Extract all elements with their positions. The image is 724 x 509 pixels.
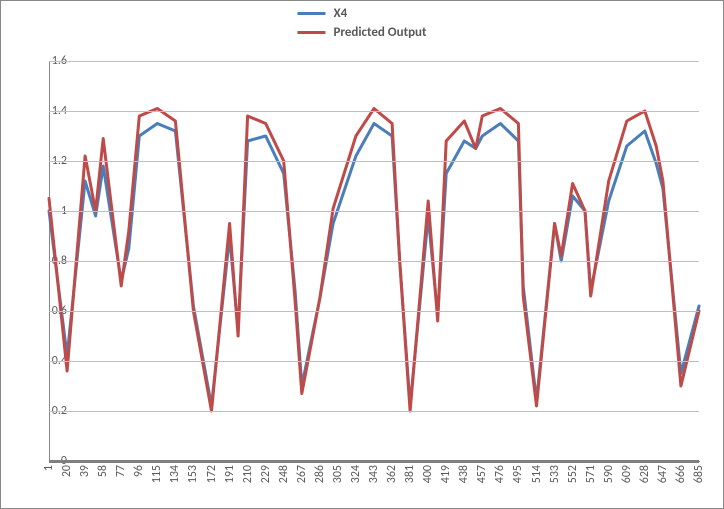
x-tick-label: 495 [511, 465, 525, 483]
plot-area [49, 61, 699, 461]
x-tick-label: 1 [42, 465, 56, 471]
grid-line [49, 261, 699, 262]
x-tick-label: 305 [331, 465, 345, 483]
x-tick-label: 58 [96, 465, 110, 477]
x-tick-label: 552 [566, 465, 580, 483]
x-tick-label: 362 [385, 465, 399, 483]
x-tick-label: 115 [150, 465, 164, 483]
legend-swatch-x4 [297, 12, 325, 15]
x-tick-label: 343 [367, 465, 381, 483]
x-tick-label: 457 [475, 465, 489, 483]
x-tick-label: 381 [403, 465, 417, 483]
x-tick-label: 324 [349, 465, 363, 483]
x-tick-label: 514 [530, 465, 544, 483]
legend-label-x4: X4 [333, 7, 347, 20]
x-tick-label: 229 [259, 465, 273, 483]
legend: X4 Predicted Output [297, 7, 426, 39]
x-tick-label: 438 [457, 465, 471, 483]
grid-line [49, 311, 699, 312]
x-tick-label: 286 [313, 465, 327, 483]
x-tick-label: 153 [186, 465, 200, 483]
series-line-predicted [49, 109, 699, 412]
x-tick-label: 666 [674, 465, 688, 483]
series-line-x4 [49, 124, 699, 407]
x-tick-label: 609 [620, 465, 634, 483]
grid-line [49, 211, 699, 212]
grid-line [49, 111, 699, 112]
x-tick-label: 400 [421, 465, 435, 483]
legend-label-predicted: Predicted Output [333, 26, 426, 39]
chart-container: X4 Predicted Output 00.20.40.60.811.21.4… [0, 0, 724, 509]
grid-line [49, 161, 699, 162]
grid-line [49, 61, 699, 62]
x-tick-label: 39 [78, 465, 92, 477]
legend-item-x4: X4 [297, 7, 347, 20]
x-tick-label: 191 [223, 465, 237, 483]
legend-item-predicted: Predicted Output [297, 26, 426, 39]
legend-swatch-predicted [297, 31, 325, 34]
x-tick-label: 571 [584, 465, 598, 483]
x-tick-label: 20 [60, 465, 74, 477]
x-axis-labels: 1203958779611513415317219121022924826728… [49, 465, 699, 505]
x-tick-label: 628 [638, 465, 652, 483]
x-tick-label: 96 [132, 465, 146, 477]
x-tick-label: 476 [493, 465, 507, 483]
grid-line [49, 411, 699, 412]
x-tick-label: 647 [656, 465, 670, 483]
x-axis-baseline [49, 460, 699, 463]
x-tick-label: 267 [295, 465, 309, 483]
x-tick-label: 248 [277, 465, 291, 483]
x-tick-label: 419 [439, 465, 453, 483]
x-tick-label: 590 [602, 465, 616, 483]
grid-line [49, 361, 699, 362]
x-tick-label: 533 [548, 465, 562, 483]
x-tick-label: 172 [205, 465, 219, 483]
x-tick-label: 685 [692, 465, 706, 483]
x-tick-label: 134 [168, 465, 182, 483]
x-tick-label: 210 [241, 465, 255, 483]
x-tick-label: 77 [114, 465, 128, 477]
